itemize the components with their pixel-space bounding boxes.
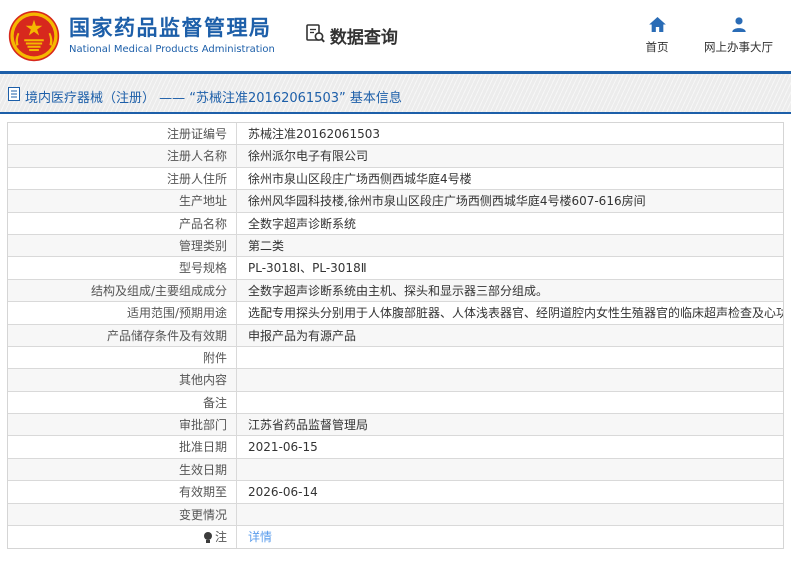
row-label: 其他内容 — [8, 369, 237, 391]
row-value: 徐州派尔电子有限公司 — [248, 149, 369, 164]
user-icon — [731, 16, 747, 36]
row-value — [237, 392, 783, 413]
table-row: 其他内容 — [8, 369, 783, 392]
table-row: 变更情况 — [8, 503, 783, 527]
national-emblem-logo — [8, 10, 60, 62]
row-label: 有效期至 — [8, 481, 237, 503]
org-name-cn: 国家药品监督管理局 — [69, 16, 272, 41]
nav-service-hall-label: 网上办事大厅 — [704, 39, 773, 54]
lightbulb-icon — [203, 532, 212, 544]
row-value: 选配专用探头分别用于人体腹部脏器、人体浅表器官、经阴道腔内女性生殖器官的临床超声… — [248, 306, 783, 321]
row-value — [237, 459, 783, 480]
row-label: 型号规格 — [8, 257, 237, 279]
row-value — [237, 369, 783, 390]
row-value: 徐州风华园科技楼,徐州市泉山区段庄广场西侧西城华庭4号楼607-616房间 — [248, 194, 646, 209]
breadcrumb: 境内医疗器械（注册） —— “苏械注准20162061503” 基本信息 — [8, 87, 402, 106]
row-label: 附件 — [8, 346, 237, 369]
row-label: 产品名称 — [8, 212, 237, 234]
nav-service-hall[interactable]: 网上办事大厅 — [704, 16, 773, 55]
data-query-label: 数据查询 — [329, 28, 398, 48]
table-row: 型号规格 PL-3018Ⅰ、PL-3018Ⅱ — [8, 257, 783, 280]
org-names: 国家药品监督管理局 National Medical Products Admi… — [69, 16, 275, 54]
table-row: 适用范围/预期用途 选配专用探头分别用于人体腹部脏器、人体浅表器官、经阴道腔内女性… — [8, 302, 783, 325]
table-row: 注册人名称 徐州派尔电子有限公司 — [8, 145, 783, 168]
row-label: 注册人住所 — [8, 167, 237, 190]
home-icon — [648, 16, 666, 36]
table-row: 注册人住所 徐州市泉山区段庄广场西侧西城华庭4号楼 — [8, 167, 783, 191]
row-value — [237, 347, 783, 368]
row-label: 注册人名称 — [8, 145, 237, 167]
nav-home[interactable]: 首页 — [642, 16, 672, 55]
breadcrumb-bar: 境内医疗器械（注册） —— “苏械注准20162061503” 基本信息 — [0, 74, 791, 114]
row-value: 详情 — [237, 526, 783, 548]
data-query-section[interactable]: 数据查询 — [305, 23, 398, 48]
page-header: 国家药品监督管理局 National Medical Products Admi… — [0, 0, 791, 74]
document-search-icon — [305, 23, 326, 48]
document-icon — [8, 87, 20, 105]
row-label: 生效日期 — [8, 458, 237, 481]
table-row: 注册证编号 苏械注准20162061503 — [8, 123, 783, 146]
row-value: 全数字超声诊断系统 — [248, 216, 357, 231]
row-label: 产品储存条件及有效期 — [8, 324, 237, 346]
table-row: 审批部门 江苏省药品监督管理局 — [8, 414, 783, 437]
row-label: 变更情况 — [8, 503, 237, 526]
row-label: 注 — [8, 526, 237, 549]
table-row: 生产地址 徐州风华园科技楼,徐州市泉山区段庄广场西侧西城华庭4号楼607-616房… — [8, 190, 783, 213]
row-value: 苏械注准20162061503 — [248, 127, 380, 141]
row-label: 生产地址 — [8, 190, 237, 212]
table-row: 有效期至 2026-06-14 — [8, 481, 783, 504]
row-label: 批准日期 — [8, 436, 237, 458]
table-row: 生效日期 — [8, 458, 783, 482]
row-value: 申报产品为有源产品 — [248, 328, 357, 343]
header-nav: 首页 网上办事大厅 — [642, 16, 773, 55]
row-value: 第二类 — [248, 238, 285, 253]
table-row: 管理类别 第二类 — [8, 234, 783, 258]
table-row: 注详情 — [8, 526, 783, 549]
detail-link[interactable]: 详情 — [248, 530, 272, 544]
row-value: 全数字超声诊断系统由主机、探头和显示器三部分组成。 — [248, 283, 549, 298]
row-label: 适用范围/预期用途 — [8, 302, 237, 324]
table-row: 产品名称 全数字超声诊断系统 — [8, 212, 783, 235]
page-title: 境内医疗器械（注册） —— “苏械注准20162061503” 基本信息 — [25, 90, 402, 106]
row-value: PL-3018Ⅰ、PL-3018Ⅱ — [248, 261, 367, 276]
row-value: 江苏省药品监督管理局 — [248, 418, 369, 433]
row-value: 2026-06-14 — [248, 485, 318, 500]
table-row: 备注 — [8, 391, 783, 415]
table-row: 结构及组成/主要组成成分 全数字超声诊断系统由主机、探头和显示器三部分组成。 — [8, 279, 783, 303]
row-label: 结构及组成/主要组成成分 — [8, 279, 237, 302]
row-label: 注册证编号 — [8, 123, 237, 145]
table-row: 批准日期 2021-06-15 — [8, 436, 783, 459]
nav-home-label: 首页 — [645, 39, 669, 54]
info-table: 注册证编号 苏械注准20162061503 注册人名称 徐州派尔电子有限公司 注册人住所… — [7, 122, 784, 550]
row-label: 审批部门 — [8, 414, 237, 436]
row-label: 管理类别 — [8, 234, 237, 257]
table-row: 附件 — [8, 346, 783, 370]
row-label: 备注 — [8, 391, 237, 414]
table-row: 产品储存条件及有效期 申报产品为有源产品 — [8, 324, 783, 347]
row-value — [237, 504, 783, 525]
row-value: 徐州市泉山区段庄广场西侧西城华庭4号楼 — [248, 171, 472, 186]
org-name-en: National Medical Products Administration — [69, 43, 275, 55]
row-value: 2021-06-15 — [248, 440, 318, 455]
